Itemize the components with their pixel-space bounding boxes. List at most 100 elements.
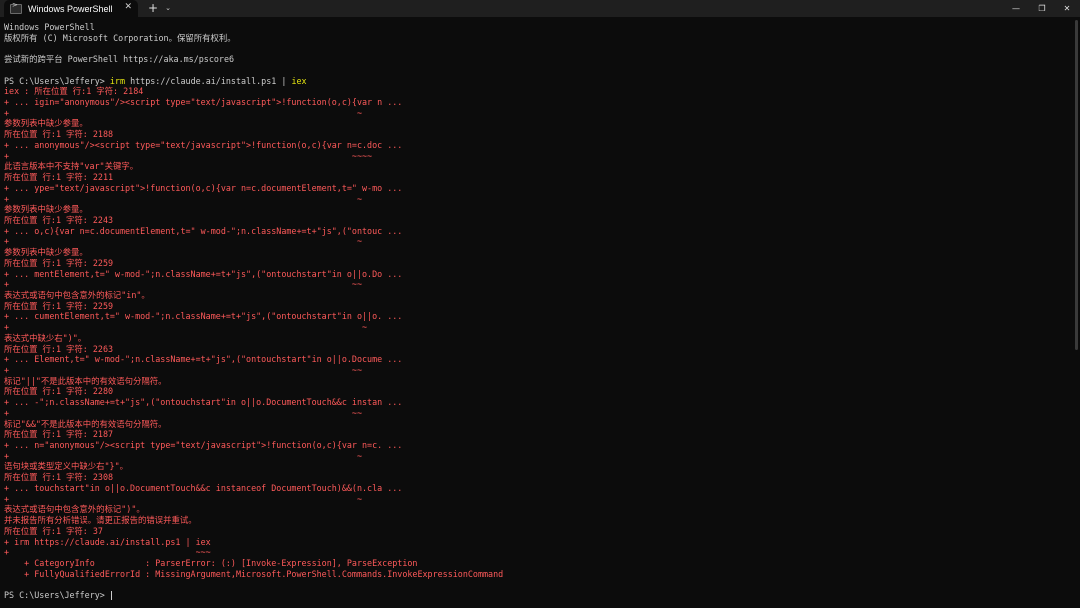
terminal-line: 表达式或语句中包含意外的标记"in"。 <box>4 290 1068 301</box>
terminal-line: + ~~ <box>4 408 1068 419</box>
line-text: 所在位置 行:1 字符: 2188 <box>4 129 114 140</box>
line-text: + ... Element,t=" w-mod-";n.className+=t… <box>4 354 403 365</box>
line-text: 表达式或语句中包含意外的标记")"。 <box>4 504 145 515</box>
terminal-line: + ... n="anonymous"/><script type="text/… <box>4 440 1068 451</box>
line-text: 所在位置 行:1 字符: 2259 <box>4 300 114 311</box>
terminal-line: + ... -";n.className+=t+"js",("ontouchst… <box>4 397 1068 408</box>
terminal-line: 语句块或类型定义中缺少右"}"。 <box>4 461 1068 472</box>
line-text: + ... ype="text/javascript">!function(o,… <box>4 182 403 193</box>
line-text: 参数列表中缺少参量。 <box>4 118 88 129</box>
line-text: 所在位置 行:1 字符: 2243 <box>4 214 114 225</box>
line-text: + ~ <box>4 193 362 204</box>
terminal-line: 所在位置 行:1 字符: 37 <box>4 526 1068 537</box>
terminal-line: iex : 所在位置 行:1 字符: 2184 <box>4 86 1068 97</box>
terminal-line: PS C:\Users\Jeffery> irm https://claude.… <box>4 76 1068 87</box>
terminal-line: + irm https://claude.ai/install.ps1 | ie… <box>4 537 1068 548</box>
line-text: Windows PowerShell <box>4 22 95 32</box>
command-iex: iex <box>291 75 307 86</box>
terminal-line: 所在位置 行:1 字符: 2211 <box>4 172 1068 183</box>
line-text: iex : 所在位置 行:1 字符: 2184 <box>4 86 144 97</box>
line-text: 标记"||"不是此版本中的有效语句分隔符。 <box>4 375 167 386</box>
line-text: 所在位置 行:1 字符: 2187 <box>4 429 114 440</box>
terminal-line: 参数列表中缺少参量。 <box>4 118 1068 129</box>
terminal-line: 所在位置 行:1 字符: 2259 <box>4 258 1068 269</box>
line-text: 标记"&&"不是此版本中的有效语句分隔符。 <box>4 418 167 429</box>
line-text: 此语言版本中不支持"var"关键字。 <box>4 161 139 172</box>
line-text: 所在位置 行:1 字符: 2280 <box>4 386 114 397</box>
terminal-line: + ... anonymous"/><script type="text/jav… <box>4 140 1068 151</box>
terminal-line: + CategoryInfo : ParserError: (:) [Invok… <box>4 558 1068 569</box>
line-text: + ~~ <box>4 279 362 290</box>
terminal-line: 此语言版本中不支持"var"关键字。 <box>4 161 1068 172</box>
terminal-line: PS C:\Users\Jeffery> <box>4 590 1068 601</box>
line-text: 所在位置 行:1 字符: 2308 <box>4 472 114 483</box>
terminal-line: + ~ <box>4 494 1068 505</box>
line-text: 参数列表中缺少参量。 <box>4 247 88 258</box>
prompt-text: PS C:\Users\Jeffery> <box>4 75 110 86</box>
line-text: + ~ <box>4 493 362 504</box>
terminal-line: 所在位置 行:1 字符: 2243 <box>4 215 1068 226</box>
maximize-button[interactable]: ❐ <box>1029 0 1055 17</box>
terminal-line: + ... mentElement,t=" w-mod-";n.classNam… <box>4 269 1068 280</box>
terminal-line: + ~ <box>4 322 1068 333</box>
line-text: + ... mentElement,t=" w-mod-";n.classNam… <box>4 268 403 279</box>
terminal-line: 所在位置 行:1 字符: 2280 <box>4 386 1068 397</box>
line-text: 表达式中缺少右")"。 <box>4 332 87 343</box>
terminal-line: 所在位置 行:1 字符: 2187 <box>4 429 1068 440</box>
line-text: + irm https://claude.ai/install.ps1 | ie… <box>4 536 211 547</box>
line-text: + ~ <box>4 450 362 461</box>
terminal-line: 所在位置 行:1 字符: 2263 <box>4 344 1068 355</box>
terminal-line: + ~ <box>4 236 1068 247</box>
close-tab-icon[interactable]: ✕ <box>124 2 132 12</box>
line-text: + ... igin="anonymous"/><script type="te… <box>4 97 403 108</box>
line-text: + ~~~~ <box>4 150 373 161</box>
line-text: 所在位置 行:1 字符: 37 <box>4 525 103 536</box>
close-window-button[interactable]: ✕ <box>1054 0 1080 17</box>
line-text: 所在位置 行:1 字符: 2259 <box>4 257 114 268</box>
command-url: https://claude.ai/install.ps1 | <box>125 75 292 86</box>
terminal-line: 参数列表中缺少参量。 <box>4 204 1068 215</box>
terminal-line: 表达式或语句中包含意外的标记")"。 <box>4 504 1068 515</box>
terminal-line: 版权所有 (C) Microsoft Corporation。保留所有权利。 <box>4 33 1068 44</box>
line-text: + ... n="anonymous"/><script type="text/… <box>4 440 403 451</box>
terminal-line: 标记"||"不是此版本中的有效语句分隔符。 <box>4 376 1068 387</box>
line-text: + FullyQualifiedErrorId : MissingArgumen… <box>4 568 504 579</box>
terminal-line: 参数列表中缺少参量。 <box>4 247 1068 258</box>
terminal-line: 表达式中缺少右")"。 <box>4 333 1068 344</box>
line-text: 语句块或类型定义中缺少右"}"。 <box>4 461 129 472</box>
line-text: + ... -";n.className+=t+"js",("ontouchst… <box>4 397 403 408</box>
terminal-line: + ... o,c){var n=c.documentElement,t=" w… <box>4 226 1068 237</box>
terminal-line: + ~~ <box>4 279 1068 290</box>
line-text: + ~ <box>4 322 368 333</box>
terminal-line: + ~~~ <box>4 547 1068 558</box>
chevron-down-icon[interactable]: ⌄ <box>163 0 173 17</box>
terminal-line: + ~~ <box>4 365 1068 376</box>
terminal-icon <box>10 1 22 14</box>
terminal-output[interactable]: Windows PowerShell 版权所有 (C) Microsoft Cor… <box>4 22 1068 604</box>
line-text: + ~~ <box>4 407 362 418</box>
terminal-line: + ... cumentElement,t=" w-mod-";n.classN… <box>4 311 1068 322</box>
tab-windows-powershell[interactable]: Windows PowerShell ✕ <box>4 0 138 17</box>
title-bar: Windows PowerShell ✕ + ⌄ — ❐ ✕ <box>0 0 1080 17</box>
minimize-button[interactable]: — <box>1003 0 1029 17</box>
line-text: + ... anonymous"/><script type="text/jav… <box>4 139 403 150</box>
scrollbar[interactable] <box>1075 20 1078 350</box>
line-text: + ... o,c){var n=c.documentElement,t=" w… <box>4 225 403 236</box>
line-text: + ... touchstart"in o||o.DocumentTouch&&… <box>4 482 403 493</box>
terminal-line: + ~~~~ <box>4 151 1068 162</box>
terminal-line: + ... ype="text/javascript">!function(o,… <box>4 183 1068 194</box>
terminal-line: 所在位置 行:1 字符: 2308 <box>4 472 1068 483</box>
terminal-line: Windows PowerShell <box>4 22 1068 33</box>
line-text: 版权所有 (C) Microsoft Corporation。保留所有权利。 <box>4 32 236 43</box>
terminal-line: + ... igin="anonymous"/><script type="te… <box>4 97 1068 108</box>
line-text: 表达式或语句中包含意外的标记"in"。 <box>4 289 150 300</box>
new-tab-button[interactable]: + <box>146 0 160 17</box>
line-text: + ~ <box>4 236 362 247</box>
terminal-line: + ~ <box>4 108 1068 119</box>
line-text: 所在位置 行:1 字符: 2263 <box>4 343 114 354</box>
line-text: 所在位置 行:1 字符: 2211 <box>4 172 114 183</box>
line-text: 并未报告所有分析错误。请更正报告的错误并重试。 <box>4 515 197 526</box>
